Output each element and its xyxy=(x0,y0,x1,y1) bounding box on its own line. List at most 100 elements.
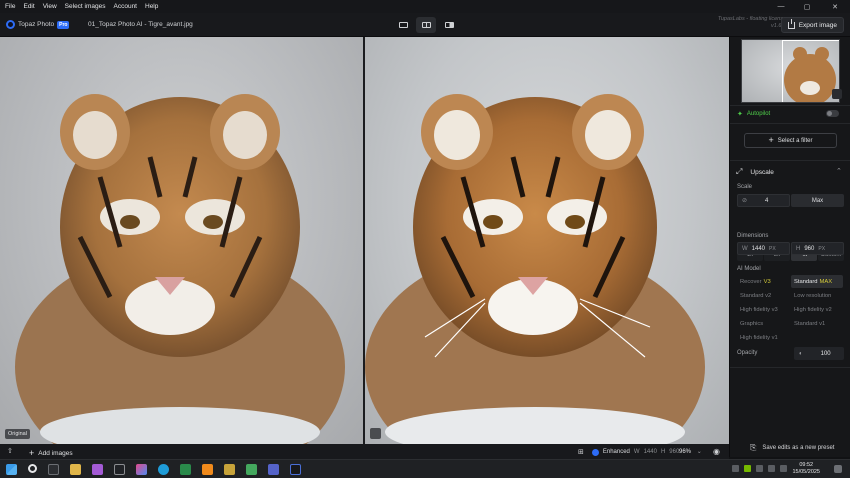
file-explorer-icon[interactable] xyxy=(70,464,81,475)
close-icon[interactable]: ✕ xyxy=(822,0,848,13)
original-preview[interactable]: Original xyxy=(0,37,363,444)
select-filter-button[interactable]: + Select a filter xyxy=(744,133,837,148)
add-images-label: Add images xyxy=(38,449,73,457)
network-icon[interactable] xyxy=(768,465,775,472)
vlc-icon[interactable] xyxy=(202,464,213,475)
app-name: Topaz Photo xyxy=(18,21,55,28)
toolbar: Topaz Photo Pro 01_Topaz Photo AI - Tigr… xyxy=(0,13,850,37)
teams-icon[interactable] xyxy=(268,464,279,475)
task-view-icon[interactable] xyxy=(48,464,59,475)
photos-icon[interactable] xyxy=(224,464,235,475)
topaz-taskbar-icon[interactable] xyxy=(290,464,301,475)
model-high-fidelity-v3[interactable]: High fidelity v3 xyxy=(737,303,789,316)
compare-icon[interactable]: ⊞ xyxy=(578,448,584,456)
upscale-title: Upscale xyxy=(750,168,774,176)
volume-icon[interactable] xyxy=(780,465,787,472)
model-standard-v1[interactable]: Standard v1 xyxy=(791,317,843,330)
eye-icon[interactable]: ◉ xyxy=(713,447,720,456)
height-prefix: H xyxy=(796,245,801,252)
scale-max-button[interactable]: Max xyxy=(791,194,844,207)
height-unit: PX xyxy=(818,245,826,252)
view-mode-group xyxy=(393,17,459,33)
navigator-options-button[interactable] xyxy=(832,89,842,99)
notifications-icon[interactable] xyxy=(834,465,842,473)
nvidia-icon[interactable] xyxy=(744,465,751,472)
model-high-fidelity-v2[interactable]: High fidelity v2 xyxy=(791,303,843,316)
model-standard-v2[interactable]: Standard v2 xyxy=(737,289,789,302)
divider xyxy=(730,105,850,106)
height-label: H xyxy=(660,449,666,455)
menu-edit[interactable]: Edit xyxy=(19,0,38,13)
navigator-thumbnail[interactable] xyxy=(741,39,840,103)
search-icon[interactable] xyxy=(28,464,37,473)
view-split-button[interactable] xyxy=(439,17,459,33)
scale-label: Scale xyxy=(737,184,753,190)
clock[interactable]: 09:52 15/05/2025 xyxy=(792,462,820,476)
divider xyxy=(730,160,850,161)
model-name: Standard xyxy=(794,278,818,285)
upscale-icon: ⤢ xyxy=(736,167,743,176)
opacity-input[interactable]: ◐ 100 xyxy=(794,347,844,360)
add-images-button[interactable]: + Add images xyxy=(29,448,73,458)
menu-help[interactable]: Help xyxy=(141,0,162,13)
edge-icon[interactable] xyxy=(158,464,169,475)
model-graphics[interactable]: Graphics xyxy=(737,317,789,330)
height-readout: 960 xyxy=(669,449,680,455)
excel-icon[interactable] xyxy=(180,464,191,475)
plus-icon: + xyxy=(29,448,35,458)
chevron-up-icon[interactable] xyxy=(732,465,739,472)
app-green-icon[interactable] xyxy=(246,464,257,475)
model-tag: MAX xyxy=(819,278,833,285)
upload-icon[interactable]: ⇧ xyxy=(7,447,13,455)
maximize-icon[interactable]: ▢ xyxy=(794,0,820,13)
cloud-icon[interactable] xyxy=(756,465,763,472)
scale-input[interactable]: ⊘ 4 xyxy=(737,194,790,207)
link-icon: ⊘ xyxy=(742,198,748,204)
version-text: v1.6.2 xyxy=(771,23,786,29)
menu-file[interactable]: File xyxy=(0,0,19,13)
windows-start-icon[interactable] xyxy=(6,464,17,475)
autopilot-toggle[interactable] xyxy=(826,110,839,117)
width-prefix: W xyxy=(742,245,748,252)
menu-account[interactable]: Account xyxy=(110,0,142,13)
side-by-side-icon xyxy=(421,22,431,28)
enhanced-preview[interactable] xyxy=(365,37,729,444)
save-preset-label: Save edits as a new preset xyxy=(762,445,835,451)
minimize-icon[interactable]: — xyxy=(768,0,794,13)
chevron-down-icon: ⌄ xyxy=(696,449,702,455)
model-standard-max[interactable]: Standard MAX xyxy=(791,275,843,288)
upscale-header[interactable]: ⤢ Upscale xyxy=(736,167,774,177)
width-readout: 1440 xyxy=(643,449,657,455)
zoom-level[interactable]: 96% ⌄ xyxy=(679,448,702,455)
app-icon[interactable] xyxy=(92,464,103,475)
height-value: 960 xyxy=(804,245,815,252)
terminal-icon[interactable] xyxy=(114,464,125,475)
license-info: TupasLabs - floating license v1.6.2 xyxy=(718,16,786,30)
menu-select-images[interactable]: Select images xyxy=(61,0,110,13)
model-high-fidelity-v1[interactable]: High fidelity v1 xyxy=(737,331,789,344)
menu-view[interactable]: View xyxy=(39,0,61,13)
height-input[interactable]: H 960 PX xyxy=(791,242,844,255)
save-preset-button[interactable]: ⎘ Save edits as a new preset xyxy=(750,443,834,453)
opacity-label: Opacity xyxy=(737,350,758,356)
width-input[interactable]: W 1440 PX xyxy=(737,242,790,255)
dimensions-label: Dimensions xyxy=(737,233,769,239)
original-tag: Original xyxy=(5,429,30,439)
pro-badge: Pro xyxy=(57,20,70,29)
autopilot-label: Autopilot xyxy=(746,111,771,117)
copilot-icon[interactable] xyxy=(136,464,147,475)
image-canvas[interactable]: Original xyxy=(0,37,729,444)
model-name: Recover xyxy=(740,278,762,285)
view-side-by-side-button[interactable] xyxy=(416,17,436,33)
tiger-enhanced-image xyxy=(365,94,705,444)
view-single-button[interactable] xyxy=(393,17,413,33)
export-label: Export image xyxy=(798,21,837,29)
chevron-up-icon[interactable]: ⌃ xyxy=(836,167,842,175)
model-low-resolution[interactable]: Low resolution xyxy=(791,289,843,302)
autopilot-spark-icon: ✦ xyxy=(737,111,743,118)
topaz-logo-icon xyxy=(6,20,15,29)
width-label: W xyxy=(633,449,640,455)
scale-value: 4 xyxy=(765,197,769,204)
model-recover-v3[interactable]: Recover V3 xyxy=(737,275,789,288)
export-image-button[interactable]: Export image xyxy=(780,17,844,33)
